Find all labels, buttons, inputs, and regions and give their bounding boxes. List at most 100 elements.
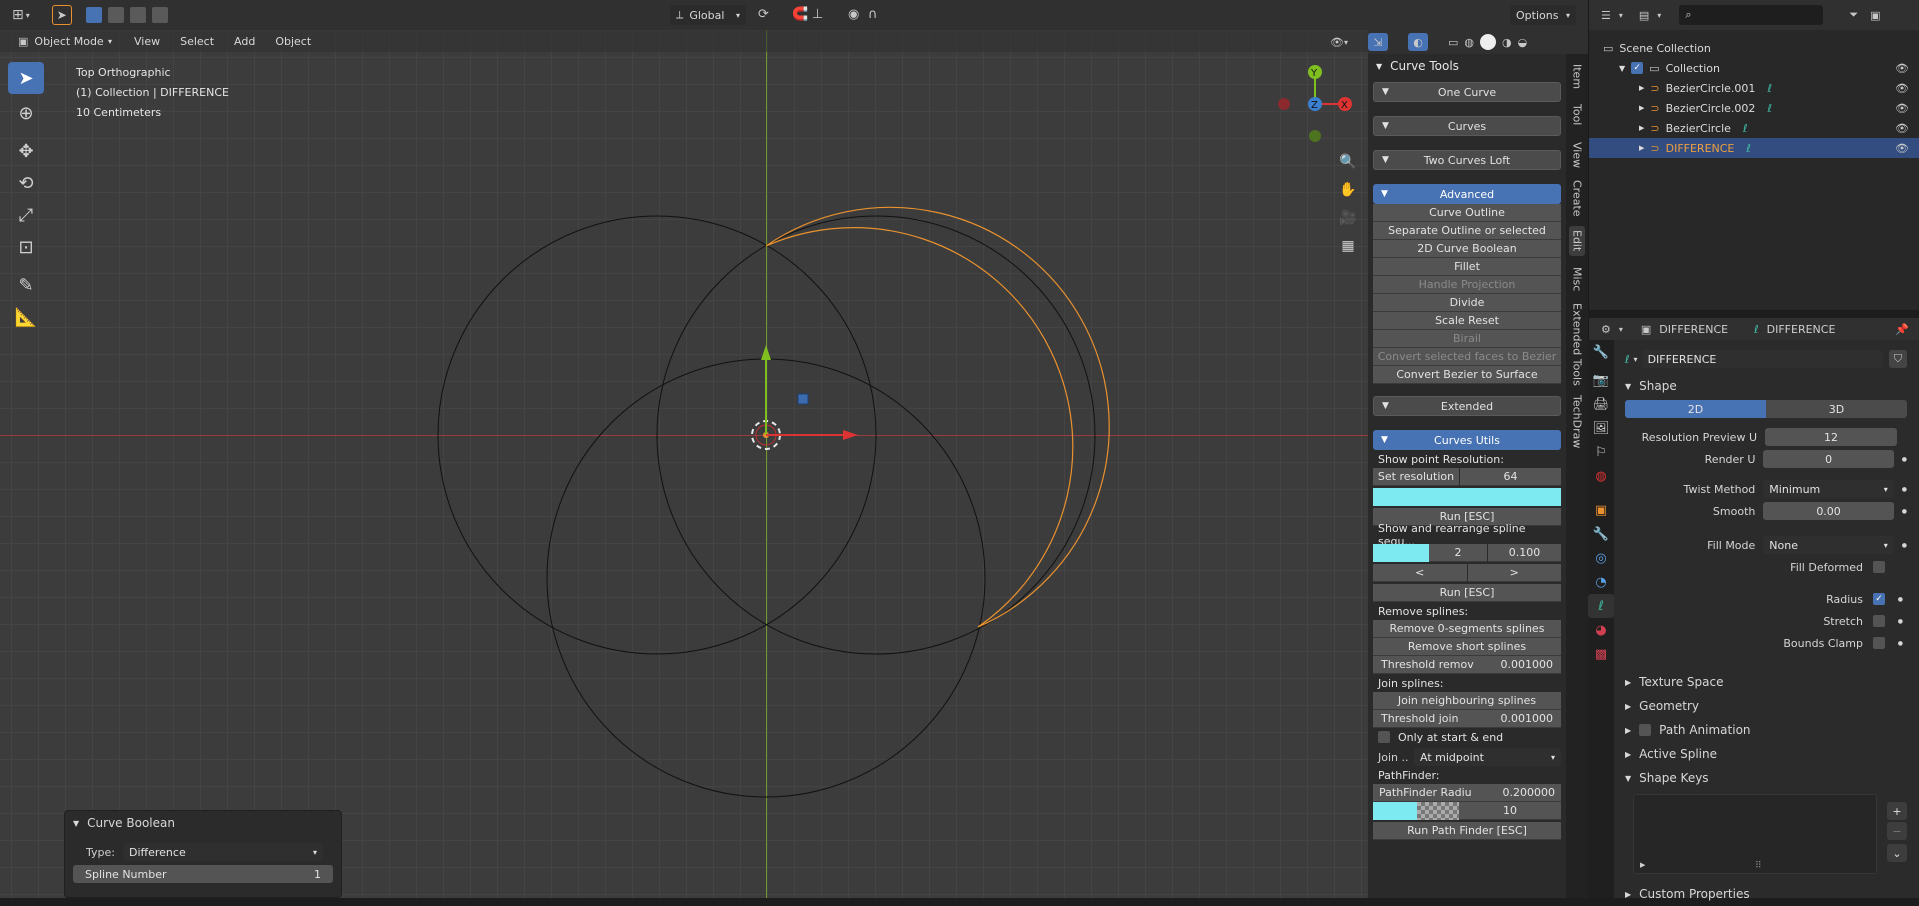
3d-viewport[interactable]: ⊞ ▾ ➤ ⟂ Global ▾ ⟳ 🧲 ⊥ ◉ ∩ ▣ Object Mode…: [0, 0, 1368, 898]
divide-button[interactable]: Divide: [1373, 294, 1561, 312]
scene-collection-row[interactable]: ▭ Scene Collection: [1589, 38, 1919, 58]
bounds-clamp-checkbox[interactable]: [1873, 637, 1885, 649]
wireframe-shading-icon[interactable]: ◍: [1464, 36, 1474, 49]
threshold-remove-field[interactable]: Threshold remov 0.001000: [1373, 656, 1561, 674]
texture-space-section[interactable]: ▶ Texture Space: [1625, 670, 1907, 694]
solid-shading-icon[interactable]: [1480, 34, 1497, 50]
set-resolution-value[interactable]: 64: [1460, 468, 1561, 486]
select-mode-new-icon[interactable]: [85, 7, 102, 23]
new-collection-icon[interactable]: ▣: [1870, 9, 1880, 22]
threshold-join-field[interactable]: Threshold join 0.001000: [1373, 710, 1561, 728]
section-curves[interactable]: ▼ Curves: [1373, 116, 1561, 136]
select-mode-subtract-icon[interactable]: [129, 7, 146, 23]
section-extended[interactable]: ▼ Extended: [1373, 396, 1561, 416]
tool-tab-icon[interactable]: 🔧: [1588, 340, 1614, 364]
pathfinder-alpha-field[interactable]: [1417, 802, 1459, 820]
object-mode-dropdown[interactable]: ▣ Object Mode ▾: [12, 31, 118, 51]
run-pathfinder-button[interactable]: Run Path Finder [ESC]: [1373, 822, 1561, 840]
outliner-item-difference[interactable]: ▶ ⊃ DIFFERENCE ℓ 👁: [1589, 138, 1919, 158]
convert-bezier-surface-button[interactable]: Convert Bezier to Surface: [1373, 366, 1561, 384]
visibility-eye-icon[interactable]: 👁: [1895, 142, 1909, 155]
collection-checkbox[interactable]: ✓: [1631, 62, 1644, 74]
stretch-checkbox[interactable]: [1873, 615, 1885, 627]
fillet-button[interactable]: Fillet: [1373, 258, 1561, 276]
xray-icon[interactable]: ▭: [1448, 36, 1458, 49]
only-start-end-checkbox[interactable]: [1378, 731, 1390, 743]
remove-shape-key-icon[interactable]: −: [1887, 822, 1907, 840]
world-tab-icon[interactable]: ◍: [1588, 464, 1614, 488]
menu-view[interactable]: View: [128, 35, 166, 48]
physics-tab-icon[interactable]: ◔: [1588, 570, 1614, 594]
tab-extended-tools[interactable]: Extended Tools: [1569, 302, 1585, 386]
scale-reset-button[interactable]: Scale Reset: [1373, 312, 1561, 330]
transform-tool-icon[interactable]: ⊡: [8, 231, 44, 263]
snap-icon[interactable]: 🧲: [792, 7, 808, 22]
visibility-icon[interactable]: 👁: [1330, 36, 1344, 49]
rotate-tool-icon[interactable]: ⟲: [8, 167, 44, 199]
remove-short-splines-button[interactable]: Remove short splines: [1373, 638, 1561, 656]
curve-data-tab-icon[interactable]: ℓ: [1588, 594, 1614, 618]
pivot-icon[interactable]: ⟳: [758, 7, 769, 22]
object-tab-icon[interactable]: ▣: [1588, 498, 1614, 522]
select-box-icon[interactable]: ➤: [51, 5, 72, 25]
tab-view[interactable]: View: [1569, 140, 1585, 170]
falloff-icon[interactable]: ∩: [868, 7, 878, 22]
join-mode-dropdown[interactable]: At midpoint ▾: [1414, 748, 1561, 766]
view-layer-tab-icon[interactable]: 🖼: [1588, 416, 1614, 440]
tab-tool[interactable]: Tool: [1569, 100, 1585, 130]
shape-keys-section[interactable]: ▼ Shape Keys: [1625, 766, 1907, 790]
section-two-curves-loft[interactable]: ▼ Two Curves Loft: [1373, 150, 1561, 170]
shape-keys-list[interactable]: ▶ ⠿: [1633, 794, 1877, 874]
outliner-editor-icon[interactable]: ☰: [1601, 9, 1611, 22]
resolution-preview-field[interactable]: 12: [1765, 428, 1897, 446]
texture-tab-icon[interactable]: ▩: [1588, 642, 1614, 666]
display-mode-icon[interactable]: ▤: [1639, 9, 1649, 22]
collapse-triangle-icon[interactable]: ▼: [73, 819, 79, 828]
gizmo-toggle-icon[interactable]: ⇲: [1368, 33, 1388, 51]
outliner-item-beziercircle[interactable]: ▶ ⊃ BezierCircle ℓ 👁: [1589, 118, 1919, 138]
visibility-eye-icon[interactable]: 👁: [1895, 82, 1909, 95]
path-animation-section[interactable]: ▶ Path Animation: [1625, 718, 1907, 742]
properties-editor-icon[interactable]: ⚙: [1601, 323, 1611, 336]
pan-hand-icon[interactable]: ✋: [1330, 176, 1366, 204]
rendered-shading-icon[interactable]: ◒: [1518, 36, 1528, 49]
separate-outline-button[interactable]: Separate Outline or selected: [1373, 222, 1561, 240]
scale-tool-icon[interactable]: ⤢: [8, 199, 44, 231]
select-box-tool-icon[interactable]: ➤: [8, 62, 44, 94]
section-curves-utils[interactable]: ▼ Curves Utils: [1373, 430, 1561, 450]
filter-icon[interactable]: ⏷: [1849, 8, 1858, 22]
sequence-color-field[interactable]: [1373, 544, 1429, 562]
output-tab-icon[interactable]: 🖨: [1588, 392, 1614, 416]
navigation-gizmo[interactable]: Y X Z: [1270, 60, 1360, 150]
select-mode-intersect-icon[interactable]: [151, 7, 168, 23]
select-mode-extend-icon[interactable]: [107, 7, 124, 23]
render-u-field[interactable]: 0: [1763, 450, 1894, 468]
outliner-item-beziercircle-001[interactable]: ▶ ⊃ BezierCircle.001 ℓ 👁: [1589, 78, 1919, 98]
add-shape-key-icon[interactable]: +: [1887, 802, 1907, 820]
pathfinder-value[interactable]: 10: [1459, 802, 1561, 820]
outliner-search-input[interactable]: ⌕: [1679, 5, 1824, 25]
collection-row[interactable]: ▼ ✓ ▭ Collection 👁: [1589, 58, 1919, 78]
active-spline-section[interactable]: ▶ Active Spline: [1625, 742, 1907, 766]
editor-type-icon[interactable]: ⊞: [12, 7, 24, 23]
cursor-tool-icon[interactable]: ⊕: [8, 97, 44, 129]
sequence-value-1[interactable]: 2: [1429, 544, 1487, 562]
pathfinder-color-field[interactable]: [1373, 802, 1417, 820]
twist-method-dropdown[interactable]: Minimum ▾: [1763, 480, 1894, 498]
curve-tools-header[interactable]: ▼ Curve Tools: [1368, 54, 1566, 78]
next-spline-button[interactable]: >: [1467, 564, 1561, 582]
visibility-eye-icon[interactable]: 👁: [1895, 102, 1909, 115]
shape-key-menu-icon[interactable]: ⌄: [1887, 844, 1907, 862]
custom-properties-section[interactable]: ▶ Custom Properties: [1625, 882, 1907, 906]
shape-section-header[interactable]: ▼ Shape: [1625, 374, 1907, 398]
move-tool-icon[interactable]: ✥: [8, 135, 44, 167]
run-rearrange-button[interactable]: Run [ESC]: [1373, 584, 1561, 602]
render-tab-icon[interactable]: 📷: [1588, 368, 1614, 392]
radius-checkbox[interactable]: ✓: [1873, 593, 1885, 605]
tab-edit[interactable]: Edit: [1569, 226, 1585, 256]
previous-spline-button[interactable]: <: [1373, 564, 1467, 582]
only-start-end-row[interactable]: Only at start & end: [1378, 728, 1556, 746]
fill-mode-dropdown[interactable]: None ▾: [1763, 536, 1894, 554]
fill-deformed-checkbox[interactable]: [1873, 561, 1885, 573]
camera-icon[interactable]: 🎥: [1330, 204, 1366, 232]
